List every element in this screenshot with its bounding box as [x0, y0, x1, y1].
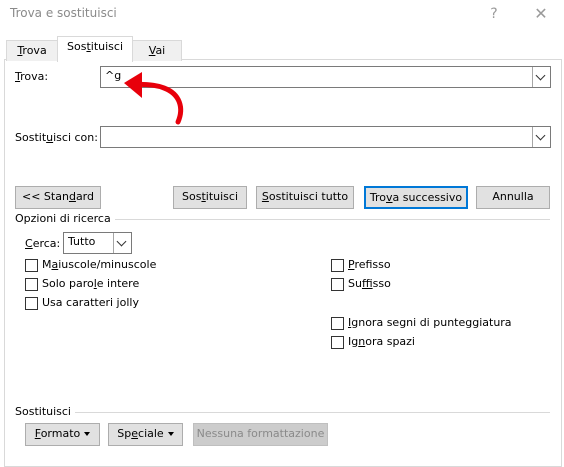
cancel-button[interactable]: Annulla — [476, 186, 550, 209]
find-next-button[interactable]: Trova successivo — [364, 186, 468, 209]
annotation-arrow-icon — [124, 72, 184, 125]
prefix-checkbox[interactable] — [331, 259, 344, 272]
replace-button[interactable]: Sostituisci — [173, 186, 247, 209]
wildcards-label: Usa caratteri jolly — [42, 296, 139, 309]
tab-label: Trova — [17, 44, 47, 57]
search-direction-value: Tutto — [68, 235, 96, 248]
replace-combobox[interactable] — [100, 126, 551, 148]
ignore-spaces-checkbox[interactable] — [331, 336, 344, 349]
whole-words-checkbox[interactable] — [25, 278, 38, 291]
chevron-down-icon — [535, 130, 546, 141]
title-bar: Trova e sostituisci ? ✕ — [0, 0, 564, 28]
whole-words-label: Solo parole intere — [42, 277, 140, 290]
match-case-checkbox[interactable] — [25, 259, 38, 272]
window-title: Trova e sostituisci — [10, 6, 117, 20]
match-case-label: Maiuscole/minuscole — [42, 258, 157, 271]
tab-sostituisci[interactable]: Sostituisci — [57, 36, 133, 62]
caret-down-icon — [84, 432, 91, 436]
wildcards-checkbox[interactable] — [25, 297, 38, 310]
section-divider — [115, 219, 550, 220]
section-divider — [75, 412, 550, 413]
tab-label: Sostituisci — [66, 40, 123, 53]
ignore-punctuation-label: Ignora segni di punteggiatura — [348, 316, 512, 329]
ignore-punctuation-checkbox[interactable] — [331, 317, 344, 330]
replace-all-button[interactable]: Sostituisci tutto — [256, 186, 354, 209]
close-button[interactable]: ✕ — [526, 3, 556, 25]
chevron-down-icon — [535, 70, 546, 81]
tab-vai[interactable]: Vai — [132, 40, 182, 61]
tab-label: Vai — [148, 44, 166, 57]
suffix-checkbox[interactable] — [331, 278, 344, 291]
find-dropdown-button[interactable] — [532, 67, 550, 87]
help-button[interactable]: ? — [481, 3, 507, 25]
ignore-spaces-label: Ignora spazi — [348, 335, 415, 348]
format-button[interactable]: Formato — [25, 423, 100, 446]
replace-section-label: Sostituisci — [15, 405, 71, 418]
replace-dropdown-button[interactable] — [532, 127, 550, 147]
no-formatting-button[interactable]: Nessuna formattazione — [193, 423, 328, 446]
search-direction-dropdown-button[interactable] — [113, 233, 131, 253]
prefix-label: Prefisso — [348, 258, 391, 271]
search-options-label: Opzioni di ricerca — [15, 212, 111, 225]
find-label: Trova: — [15, 70, 49, 83]
search-direction-select[interactable]: Tutto — [63, 232, 132, 254]
standard-button[interactable]: << Standard — [15, 186, 101, 209]
caret-down-icon — [167, 432, 174, 436]
tab-trova[interactable]: Trova — [6, 40, 58, 61]
replace-label: Sostituisci con: — [15, 131, 98, 144]
search-direction-label: Cerca: — [25, 237, 61, 250]
chevron-down-icon — [116, 236, 127, 247]
special-button[interactable]: Speciale — [108, 423, 183, 446]
suffix-label: Suffisso — [348, 277, 391, 290]
